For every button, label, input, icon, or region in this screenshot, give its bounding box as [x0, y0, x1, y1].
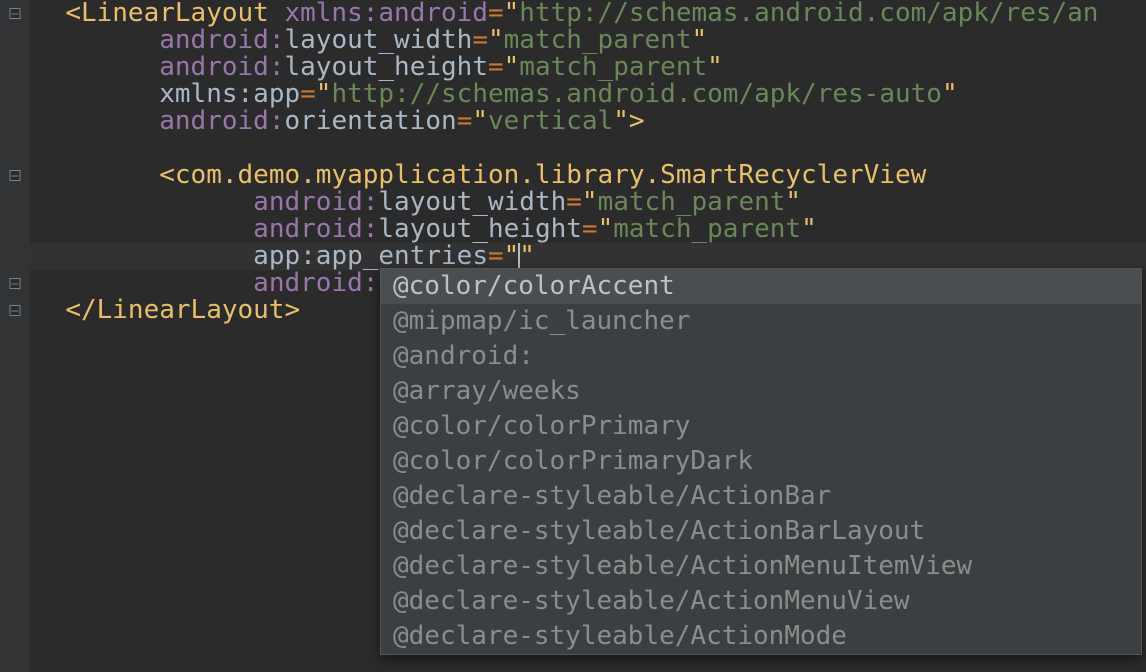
code-token: match_parent	[519, 52, 707, 82]
code-token: app:app_entries	[253, 241, 488, 271]
code-token: match_parent	[504, 25, 692, 55]
autocomplete-item[interactable]: @mipmap/ic_launcher	[381, 304, 1141, 339]
code-token: LinearLayout	[81, 0, 285, 28]
code-token: android:	[159, 52, 284, 82]
code-line[interactable]: xmlns:app="http://schemas.android.com/ap…	[30, 81, 1146, 108]
code-token: match_parent	[613, 214, 801, 244]
code-token: xmlns:android	[284, 0, 488, 28]
code-token: =	[582, 214, 598, 244]
autocomplete-item[interactable]: @color/colorAccent	[381, 269, 1141, 304]
code-line[interactable]: android:layout_width="match_parent"	[30, 189, 1146, 216]
code-token: =	[488, 0, 504, 28]
code-token: "	[691, 25, 707, 55]
code-token: "	[504, 241, 520, 271]
code-token: "	[598, 214, 614, 244]
code-token: "	[472, 106, 488, 136]
code-token: <	[159, 160, 175, 190]
autocomplete-item[interactable]: @array/weeks	[381, 374, 1141, 409]
code-token: android:	[159, 25, 284, 55]
code-token: android:	[253, 214, 378, 244]
code-token: "	[316, 79, 332, 109]
autocomplete-item[interactable]: @color/colorPrimaryDark	[381, 444, 1141, 479]
code-token: orientation	[284, 106, 456, 136]
autocomplete-item[interactable]: @declare-styleable/ActionMenuView	[381, 584, 1141, 619]
code-token: "	[613, 106, 629, 136]
code-line[interactable]	[30, 135, 1146, 162]
code-token: =	[457, 106, 473, 136]
code-token: "	[942, 79, 958, 109]
code-line[interactable]: <LinearLayout xmlns:android="http://sche…	[30, 0, 1146, 27]
code-token: =	[488, 52, 504, 82]
code-token: layout_width	[284, 25, 472, 55]
code-token: </	[65, 295, 96, 325]
code-token: =	[488, 241, 504, 271]
autocomplete-item[interactable]: @declare-styleable/ActionBar	[381, 479, 1141, 514]
autocomplete-popup[interactable]: @color/colorAccent@mipmap/ic_launcher@an…	[380, 268, 1142, 655]
code-token: >	[284, 295, 300, 325]
fold-toggle-icon[interactable]	[10, 8, 21, 19]
code-token: "	[785, 187, 801, 217]
code-token: "	[519, 241, 535, 271]
code-token: com.demo.myapplication.library.SmartRecy…	[175, 160, 926, 190]
autocomplete-item[interactable]: @declare-styleable/ActionMode	[381, 619, 1141, 654]
autocomplete-item[interactable]: @declare-styleable/ActionMenuItemView	[381, 549, 1141, 584]
autocomplete-item[interactable]: @declare-styleable/ActionBarLayout	[381, 514, 1141, 549]
gutter	[0, 0, 30, 672]
code-token: xmlns:app	[159, 79, 300, 109]
code-token: "	[488, 25, 504, 55]
code-token: android:	[253, 187, 378, 217]
code-token: layout_height	[378, 214, 582, 244]
code-line[interactable]: app:app_entries=""	[30, 243, 1146, 270]
fold-toggle-icon[interactable]	[10, 278, 21, 289]
code-token: >	[629, 106, 645, 136]
code-line[interactable]: android:layout_width="match_parent"	[30, 27, 1146, 54]
code-token: =	[300, 79, 316, 109]
code-line[interactable]: <com.demo.myapplication.library.SmartRec…	[30, 162, 1146, 189]
fold-toggle-icon[interactable]	[10, 170, 21, 181]
code-token: android:	[253, 268, 378, 298]
fold-toggle-icon[interactable]	[10, 305, 21, 316]
code-token: match_parent	[598, 187, 786, 217]
code-line[interactable]: android:layout_height="match_parent"	[30, 54, 1146, 81]
code-token: "	[801, 214, 817, 244]
code-token: =	[566, 187, 582, 217]
code-token: "	[504, 0, 520, 28]
code-line[interactable]: android:layout_height="match_parent"	[30, 216, 1146, 243]
code-token: android:	[159, 106, 284, 136]
xml-editor[interactable]: <LinearLayout xmlns:android="http://sche…	[0, 0, 1146, 672]
code-token: LinearLayout	[97, 295, 285, 325]
code-token: vertical	[488, 106, 613, 136]
autocomplete-item[interactable]: @android:	[381, 339, 1141, 374]
code-token: =	[472, 25, 488, 55]
code-token: layout_height	[284, 52, 488, 82]
code-line[interactable]: android:orientation="vertical">	[30, 108, 1146, 135]
code-token: http://schemas.android.com/apk/res/an	[519, 0, 1098, 28]
code-token: layout_width	[378, 187, 566, 217]
code-token: "	[707, 52, 723, 82]
autocomplete-item[interactable]: @color/colorPrimary	[381, 409, 1141, 444]
code-token: <	[65, 0, 81, 28]
code-token: "	[504, 52, 520, 82]
code-token: http://schemas.android.com/apk/res-auto	[331, 79, 941, 109]
code-token: "	[582, 187, 598, 217]
